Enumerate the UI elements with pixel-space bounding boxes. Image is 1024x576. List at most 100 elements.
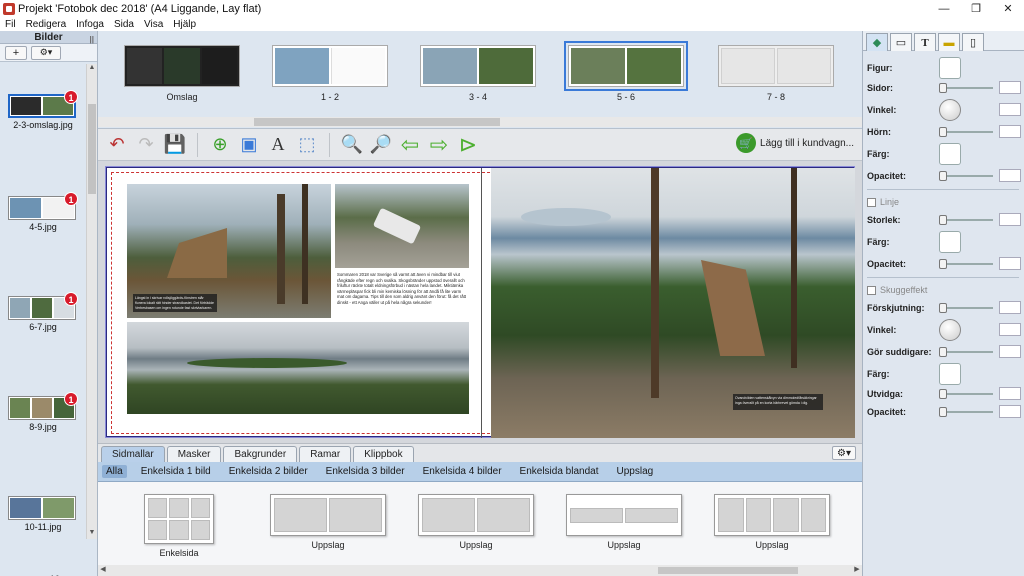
ruler-icon[interactable]: ▬ <box>938 33 960 51</box>
line-color-swatch[interactable] <box>939 231 961 253</box>
corner-slider[interactable] <box>939 127 947 137</box>
line-checkbox[interactable] <box>867 197 876 207</box>
menu-sida[interactable]: Sida <box>109 19 139 30</box>
page-thumb-3-4[interactable]: 3 - 4 <box>420 45 536 102</box>
story-text[interactable]: Sommaren 2018 var Sverige så varmt att ä… <box>337 272 469 318</box>
zoom-in-icon[interactable]: 🔎 <box>368 132 394 158</box>
undo-icon[interactable]: ↶ <box>104 132 130 158</box>
shadow-opacity-value[interactable] <box>999 405 1021 418</box>
add-to-cart-button[interactable]: 🛒 Lägg till i kundvagn... <box>736 133 854 153</box>
tab-bakgrunder[interactable]: Bakgrunder <box>223 446 298 462</box>
add-image-icon[interactable]: ▣ <box>236 132 262 158</box>
library-settings-button[interactable]: ⚙▾ <box>832 446 856 460</box>
shadow-color-swatch[interactable] <box>939 363 961 385</box>
image-thumb[interactable]: 1 2-3-omslag.jpg <box>8 90 78 130</box>
scrollbar-thumb[interactable] <box>254 118 500 126</box>
template-item[interactable]: Uppslag <box>566 494 682 550</box>
menu-redigera[interactable]: Redigera <box>21 19 72 30</box>
sides-value[interactable] <box>999 81 1021 94</box>
sides-slider[interactable] <box>939 83 947 93</box>
image-thumb[interactable]: 1 6-7.jpg <box>8 292 78 332</box>
add-text-icon[interactable]: A <box>265 132 291 158</box>
photo-lake-view[interactable] <box>127 322 469 414</box>
shadow-offset-value[interactable] <box>999 301 1021 314</box>
zoom-out-icon[interactable]: 🔍 <box>339 132 365 158</box>
shadow-opacity-slider[interactable] <box>939 407 947 417</box>
shape-properties-icon[interactable]: ◆ <box>866 33 888 51</box>
scrollbar-thumb[interactable] <box>658 567 798 574</box>
slider-track[interactable] <box>943 351 993 353</box>
images-scrollbar[interactable]: ▲ ▼ <box>86 64 97 539</box>
image-thumb[interactable]: 1 4-5.jpg <box>8 192 78 232</box>
scroll-up-icon[interactable]: ▲ <box>87 64 97 74</box>
blur-slider[interactable] <box>939 347 947 357</box>
shadow-angle-dial[interactable] <box>939 319 961 341</box>
menu-fil[interactable]: Fil <box>0 19 21 30</box>
line-size-slider[interactable] <box>939 215 947 225</box>
slider-track[interactable] <box>943 131 993 133</box>
text-properties-icon[interactable]: T <box>914 33 936 51</box>
opacity-slider[interactable] <box>939 171 947 181</box>
image-thumb[interactable]: 1 8-9.jpg <box>8 392 78 432</box>
category-uppslag[interactable]: Uppslag <box>613 465 658 478</box>
panel-grip-icon[interactable]: || <box>90 33 94 46</box>
tab-klippbok[interactable]: Klippbok <box>353 446 414 462</box>
shape-picker[interactable] <box>939 57 961 79</box>
scroll-left-icon[interactable]: ◀ <box>98 565 108 573</box>
photo-caption[interactable]: Längst in i skrivar rollsjöggärds-fönstr… <box>133 294 217 312</box>
page-thumb-5-6[interactable]: 5 - 6 <box>564 41 688 102</box>
slider-track[interactable] <box>943 175 993 177</box>
menu-visa[interactable]: Visa <box>139 19 168 30</box>
slider-track[interactable] <box>943 87 993 89</box>
category-enkelsida-4[interactable]: Enkelsida 4 bilder <box>419 465 506 478</box>
template-scrollbar[interactable]: ◀ ▶ <box>98 565 862 576</box>
template-item[interactable]: Uppslag <box>270 494 386 550</box>
shadow-checkbox[interactable] <box>867 285 876 295</box>
previous-page-icon[interactable]: ⇦ <box>397 132 423 158</box>
corner-value[interactable] <box>999 125 1021 138</box>
page-thumb-7-8[interactable]: 7 - 8 <box>718 45 834 102</box>
next-page-icon[interactable]: ⇨ <box>426 132 452 158</box>
image-thumb[interactable]: 10-11.jpg <box>8 496 78 532</box>
category-enkelsida-2[interactable]: Enkelsida 2 bilder <box>225 465 312 478</box>
maximize-button[interactable]: ❐ <box>960 0 992 17</box>
tab-masker[interactable]: Masker <box>166 446 222 462</box>
page-spread[interactable]: Längst in i skrivar rollsjöggärds-fönstr… <box>106 167 855 438</box>
category-enkelsida-blandat[interactable]: Enkelsida blandat <box>516 465 603 478</box>
frame-properties-icon[interactable]: ▭ <box>890 33 912 51</box>
line-size-value[interactable] <box>999 213 1021 226</box>
slider-track[interactable] <box>943 263 993 265</box>
close-button[interactable]: ✕ <box>992 0 1024 17</box>
redo-icon[interactable]: ↷ <box>133 132 159 158</box>
line-opacity-slider[interactable] <box>939 259 947 269</box>
scrollbar-thumb[interactable] <box>88 104 96 194</box>
page-thumb-1-2[interactable]: 1 - 2 <box>272 45 388 102</box>
shadow-angle-value[interactable] <box>999 323 1021 336</box>
angle-value[interactable] <box>999 103 1021 116</box>
shadow-offset-slider[interactable] <box>939 303 947 313</box>
photo-caption[interactable]: Ovandvikten vattenskålvyn via dimmoledfå… <box>733 394 823 410</box>
template-item[interactable]: Uppslag <box>418 494 534 550</box>
angle-dial[interactable] <box>939 99 961 121</box>
scroll-right-icon[interactable]: ▶ <box>852 565 862 573</box>
template-item[interactable]: Enkelsida <box>144 494 214 558</box>
add-clipart-icon[interactable]: ⬚ <box>294 132 320 158</box>
tab-sidmallar[interactable]: Sidmallar <box>101 446 165 462</box>
save-icon[interactable]: 💾 <box>162 132 188 158</box>
opacity-value[interactable] <box>999 169 1021 182</box>
template-item[interactable]: Uppslag <box>714 494 830 550</box>
page-thumb-omslag[interactable]: Omslag <box>124 45 240 102</box>
add-page-icon[interactable]: ⊕ <box>207 132 233 158</box>
slider-track[interactable] <box>943 393 993 395</box>
images-settings-button[interactable]: ⚙▾ <box>31 45 61 60</box>
slider-track[interactable] <box>943 411 993 413</box>
fill-color-swatch[interactable] <box>939 143 961 165</box>
menu-hjalp[interactable]: Hjälp <box>168 19 201 30</box>
play-preview-icon[interactable]: ⊳ <box>455 132 481 158</box>
minimize-button[interactable]: — <box>928 0 960 17</box>
category-enkelsida-3[interactable]: Enkelsida 3 bilder <box>322 465 409 478</box>
category-alla[interactable]: Alla <box>102 465 127 478</box>
menu-infoga[interactable]: Infoga <box>71 19 109 30</box>
line-opacity-value[interactable] <box>999 257 1021 270</box>
tab-ramar[interactable]: Ramar <box>299 446 352 462</box>
